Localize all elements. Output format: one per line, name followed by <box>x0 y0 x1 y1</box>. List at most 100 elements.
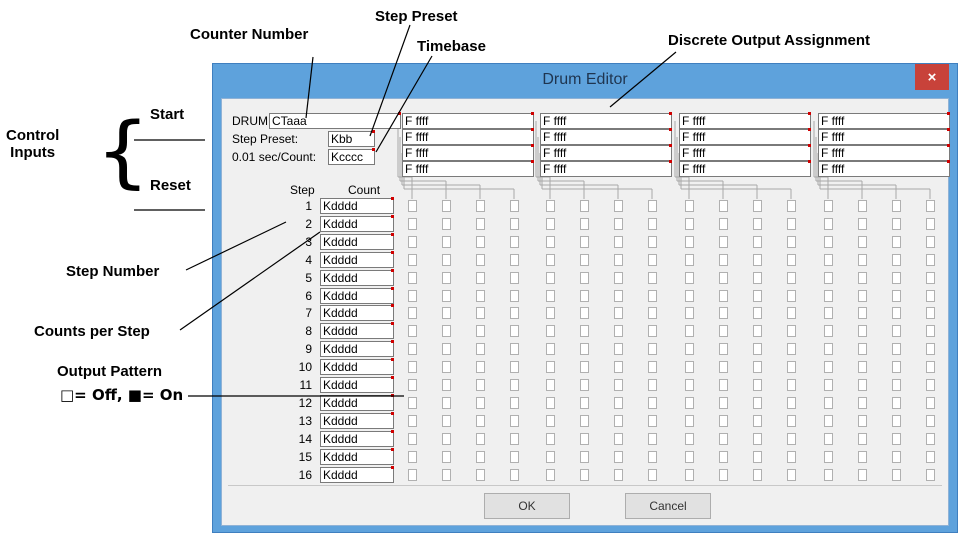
output-pattern-cell[interactable] <box>892 450 901 463</box>
output-pattern-cell[interactable] <box>787 450 796 463</box>
output-pattern-cell[interactable] <box>476 432 485 445</box>
output-pattern-cell[interactable] <box>892 307 901 320</box>
step-count-field[interactable]: Kdddd <box>320 411 394 429</box>
output-pattern-cell[interactable] <box>614 379 623 391</box>
output-pattern-cell[interactable] <box>648 307 657 320</box>
output-pattern-cell[interactable] <box>442 414 451 427</box>
output-pattern-cell[interactable] <box>892 379 901 391</box>
output-pattern-cell[interactable] <box>510 200 519 212</box>
output-pattern-cell[interactable] <box>580 361 589 374</box>
output-pattern-cell[interactable] <box>926 468 935 481</box>
output-pattern-cell[interactable] <box>476 343 485 356</box>
output-pattern-cell[interactable] <box>824 414 833 427</box>
output-pattern-cell[interactable] <box>580 289 589 302</box>
output-pattern-cell[interactable] <box>614 414 623 427</box>
output-pattern-cell[interactable] <box>580 217 589 230</box>
step-count-field[interactable]: Kdddd <box>320 250 394 268</box>
output-pattern-cell[interactable] <box>892 289 901 302</box>
output-pattern-cell[interactable] <box>787 307 796 320</box>
output-pattern-cell[interactable] <box>546 200 555 212</box>
output-pattern-cell[interactable] <box>787 343 796 356</box>
output-pattern-cell[interactable] <box>580 325 589 338</box>
discrete-output-field[interactable]: F ffff <box>679 128 811 145</box>
output-pattern-cell[interactable] <box>408 450 417 463</box>
output-pattern-cell[interactable] <box>926 271 935 284</box>
output-pattern-cell[interactable] <box>546 253 555 266</box>
output-pattern-cell[interactable] <box>476 289 485 302</box>
output-pattern-cell[interactable] <box>719 325 728 338</box>
output-pattern-cell[interactable] <box>546 414 555 427</box>
output-pattern-cell[interactable] <box>858 325 867 338</box>
output-pattern-cell[interactable] <box>787 235 796 248</box>
output-pattern-cell[interactable] <box>510 468 519 481</box>
output-pattern-cell[interactable] <box>408 253 417 266</box>
output-pattern-cell[interactable] <box>858 414 867 427</box>
output-pattern-cell[interactable] <box>824 450 833 463</box>
output-pattern-cell[interactable] <box>719 217 728 230</box>
step-count-field[interactable]: Kdddd <box>320 232 394 250</box>
output-pattern-cell[interactable] <box>476 253 485 266</box>
output-pattern-cell[interactable] <box>858 343 867 356</box>
output-pattern-cell[interactable] <box>753 379 762 391</box>
output-pattern-cell[interactable] <box>685 235 694 248</box>
output-pattern-cell[interactable] <box>476 414 485 427</box>
output-pattern-cell[interactable] <box>719 468 728 481</box>
output-pattern-cell[interactable] <box>858 271 867 284</box>
output-pattern-cell[interactable] <box>719 414 728 427</box>
output-pattern-cell[interactable] <box>719 307 728 320</box>
discrete-output-field[interactable]: F ffff <box>402 160 534 177</box>
output-pattern-cell[interactable] <box>648 289 657 302</box>
output-pattern-cell[interactable] <box>719 200 728 212</box>
output-pattern-cell[interactable] <box>510 432 519 445</box>
output-pattern-cell[interactable] <box>442 450 451 463</box>
output-pattern-cell[interactable] <box>824 432 833 445</box>
output-pattern-cell[interactable] <box>476 200 485 212</box>
output-pattern-cell[interactable] <box>510 271 519 284</box>
output-pattern-cell[interactable] <box>510 379 519 391</box>
output-pattern-cell[interactable] <box>476 379 485 391</box>
output-pattern-cell[interactable] <box>510 414 519 427</box>
output-pattern-cell[interactable] <box>685 414 694 427</box>
output-pattern-cell[interactable] <box>442 289 451 302</box>
output-pattern-cell[interactable] <box>685 432 694 445</box>
output-pattern-cell[interactable] <box>614 343 623 356</box>
output-pattern-cell[interactable] <box>614 361 623 374</box>
output-pattern-cell[interactable] <box>648 343 657 356</box>
output-pattern-cell[interactable] <box>753 450 762 463</box>
output-pattern-cell[interactable] <box>753 432 762 445</box>
output-pattern-cell[interactable] <box>858 468 867 481</box>
output-pattern-cell[interactable] <box>824 343 833 356</box>
output-pattern-cell[interactable] <box>926 200 935 212</box>
output-pattern-cell[interactable] <box>510 361 519 374</box>
step-count-field[interactable]: Kdddd <box>320 340 394 358</box>
output-pattern-cell[interactable] <box>648 200 657 212</box>
output-pattern-cell[interactable] <box>476 235 485 248</box>
output-pattern-cell[interactable] <box>824 253 833 266</box>
output-pattern-cell[interactable] <box>442 396 451 409</box>
discrete-output-field[interactable]: F ffff <box>540 160 672 177</box>
output-pattern-cell[interactable] <box>753 271 762 284</box>
output-pattern-cell[interactable] <box>408 217 417 230</box>
output-pattern-cell[interactable] <box>719 396 728 409</box>
output-pattern-cell[interactable] <box>753 325 762 338</box>
output-pattern-cell[interactable] <box>824 235 833 248</box>
output-pattern-cell[interactable] <box>824 468 833 481</box>
step-count-field[interactable]: Kdddd <box>320 358 394 376</box>
output-pattern-cell[interactable] <box>685 200 694 212</box>
output-pattern-cell[interactable] <box>685 307 694 320</box>
output-pattern-cell[interactable] <box>858 253 867 266</box>
output-pattern-cell[interactable] <box>510 307 519 320</box>
output-pattern-cell[interactable] <box>685 217 694 230</box>
output-pattern-cell[interactable] <box>787 414 796 427</box>
discrete-output-field[interactable]: F ffff <box>679 144 811 161</box>
output-pattern-cell[interactable] <box>442 217 451 230</box>
output-pattern-cell[interactable] <box>510 253 519 266</box>
discrete-output-field[interactable]: F ffff <box>402 144 534 161</box>
output-pattern-cell[interactable] <box>753 253 762 266</box>
output-pattern-cell[interactable] <box>614 396 623 409</box>
step-preset-field[interactable]: Kbb <box>328 130 375 147</box>
output-pattern-cell[interactable] <box>858 361 867 374</box>
output-pattern-cell[interactable] <box>510 235 519 248</box>
output-pattern-cell[interactable] <box>824 361 833 374</box>
output-pattern-cell[interactable] <box>546 468 555 481</box>
